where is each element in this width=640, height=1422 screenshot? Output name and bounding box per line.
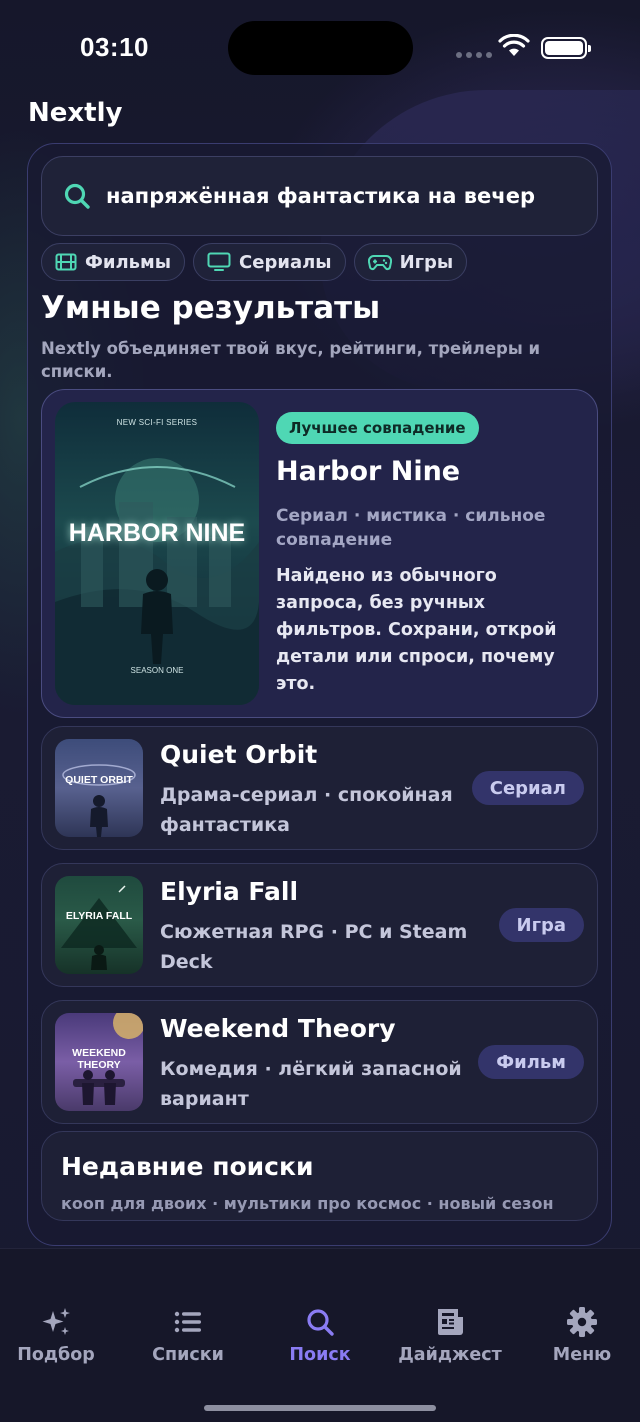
status-bar: 03:10 [0, 0, 640, 96]
result-title: Quiet Orbit [160, 740, 318, 769]
search-panel: Фильмы Сериалы Игры Умные результаты Nex… [27, 143, 612, 1246]
tab-label: Списки [152, 1345, 224, 1365]
thumb-text: ELYRIA FALL [65, 910, 133, 922]
search-icon [64, 183, 90, 209]
gamepad-icon [367, 255, 392, 271]
section-subtitle: Nextly объединяет твой вкус, рейтинги, т… [41, 339, 541, 381]
best-match-card[interactable]: NEW SCI-FI SERIES HARBOR NINE SEASON ONE… [41, 389, 598, 718]
thumb-elyria-fall: ELYRIA FALL [55, 876, 143, 974]
search-icon [307, 1309, 334, 1336]
list-icon [174, 1311, 201, 1333]
tv-icon [207, 252, 231, 271]
wifi-icon [498, 34, 530, 56]
film-icon [55, 253, 77, 271]
poster-top-text: NEW SCI-FI SERIES [116, 418, 198, 427]
thumb-text: WEEKEND THEORY [72, 1047, 126, 1071]
chip-label: Сериалы [239, 251, 332, 273]
tab-label: Поиск [289, 1345, 351, 1365]
result-subtitle: Комедия · лёгкий запасной вариант [160, 1058, 462, 1110]
tab-menu[interactable]: Меню [518, 1305, 640, 1365]
result-row-weekend-theory[interactable]: WEEKEND THEORY Weekend Theory Комедия · … [41, 1000, 598, 1124]
search-bar[interactable] [41, 156, 598, 236]
section-title: Умные результаты [41, 290, 381, 326]
tab-digest[interactable]: Дайджест [386, 1305, 514, 1365]
signal-icon [456, 52, 492, 58]
app-title: Nextly [28, 98, 123, 128]
home-indicator[interactable] [204, 1405, 436, 1411]
thumb-weekend-theory: WEEKEND THEORY [55, 1013, 143, 1111]
result-subtitle: Драма-сериал · спокойная фантастика [160, 784, 453, 836]
type-badge: Игра [498, 908, 584, 942]
battery-icon [541, 37, 591, 59]
sparkles-icon [42, 1308, 70, 1335]
recent-searches-title: Недавние поиски [61, 1152, 314, 1181]
tab-picks[interactable]: Подбор [0, 1305, 120, 1365]
hero-title: Harbor Nine [276, 456, 461, 487]
tab-label: Меню [552, 1345, 612, 1365]
tab-search[interactable]: Поиск [256, 1305, 384, 1365]
chip-games[interactable]: Игры [353, 243, 468, 281]
type-badge: Фильм [478, 1045, 584, 1079]
chip-movies[interactable]: Фильмы [41, 243, 186, 281]
category-chips: Фильмы Сериалы Игры [41, 243, 468, 281]
result-subtitle: Сюжетная RPG · PC и Steam Deck [160, 921, 468, 973]
result-row-elyria-fall[interactable]: ELYRIA FALL Elyria Fall Сюжетная RPG · P… [41, 863, 598, 987]
result-title: Weekend Theory [160, 1014, 396, 1043]
type-badge: Сериал [471, 771, 584, 805]
gear-icon [567, 1307, 597, 1337]
search-input[interactable] [106, 184, 576, 208]
status-time: 03:10 [80, 32, 149, 62]
poster-harbor-nine: NEW SCI-FI SERIES HARBOR NINE SEASON ONE [55, 402, 259, 705]
chip-label: Фильмы [85, 251, 172, 273]
bottom-tab-bar: Подбор Списки Поиск Дайджест Меню [0, 1248, 640, 1422]
hero-description: Найдено из обычного запроса, без ручных … [276, 566, 557, 694]
thumb-text: QUIET ORBIT [65, 774, 133, 786]
tab-label: Подбор [17, 1345, 95, 1365]
poster-bottom-text: SEASON ONE [130, 666, 184, 675]
chip-label: Игры [399, 251, 454, 273]
tab-lists[interactable]: Списки [124, 1305, 252, 1365]
poster-title-text: HARBOR NINE [68, 519, 246, 547]
poster-art [55, 458, 259, 705]
result-title: Elyria Fall [160, 877, 299, 906]
tab-label: Дайджест [398, 1345, 502, 1365]
thumb-quiet-orbit: QUIET ORBIT [55, 739, 143, 837]
best-match-badge: Лучшее совпадение [276, 412, 479, 444]
hero-meta: Сериал · мистика · сильное совпадение [276, 506, 546, 550]
recent-searches-items[interactable]: кооп для двоих · мультики про космос · н… [61, 1194, 554, 1213]
chip-series[interactable]: Сериалы [193, 243, 346, 281]
newspaper-icon [438, 1309, 463, 1335]
result-row-quiet-orbit[interactable]: QUIET ORBIT Quiet Orbit Драма-сериал · с… [41, 726, 598, 850]
dynamic-island [228, 21, 413, 75]
recent-searches-card[interactable]: Недавние поиски кооп для двоих · мультик… [41, 1131, 598, 1221]
